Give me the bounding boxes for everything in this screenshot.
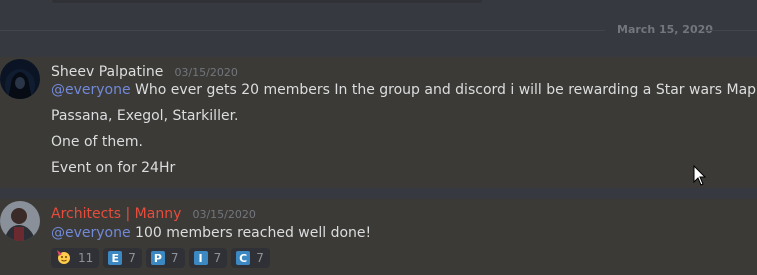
avatar[interactable] [0, 201, 40, 241]
message-line: @everyone Who ever gets 20 members In th… [51, 82, 757, 98]
message-1[interactable]: Sheev Palpatine 03/15/2020 @everyone Who… [0, 57, 757, 188]
message-text: 100 members reached well done! [130, 225, 372, 241]
regional-i-icon: I [193, 251, 208, 265]
avatar[interactable] [0, 59, 40, 99]
reaction-party-face[interactable]: 11 [51, 248, 100, 268]
reaction-count: 7 [128, 251, 136, 265]
reaction-count: 7 [213, 251, 222, 265]
divider-date: March 15, 2020 [617, 23, 713, 36]
message-header: Sheev Palpatine 03/15/2020 [51, 61, 238, 80]
reaction-count: 7 [170, 251, 179, 265]
username[interactable]: Architects | Manny [51, 206, 181, 222]
reaction-regional-c[interactable]: C 7 [231, 248, 270, 268]
regional-c-icon: C [236, 251, 251, 265]
mouse-cursor-icon [693, 164, 707, 187]
timestamp: 03/15/2020 [174, 66, 238, 79]
message-text: Who ever gets 20 members In the group an… [130, 82, 757, 98]
mention[interactable]: @everyone [51, 82, 131, 98]
message-line: One of them. [51, 134, 143, 150]
divider-line-left [0, 30, 605, 31]
reaction-regional-e[interactable]: E 7 [103, 248, 142, 268]
reaction-count: 11 [78, 251, 94, 265]
mention[interactable]: @everyone [51, 225, 131, 241]
reaction-count: 7 [256, 251, 264, 265]
party-face-icon [56, 249, 72, 268]
reactions-bar: 11 E 7 P 7 I 7 C 7 [51, 248, 270, 268]
message-header: Architects | Manny 03/15/2020 [51, 203, 256, 222]
message-line: Event on for 24Hr [51, 160, 176, 176]
regional-p-icon: P [150, 251, 165, 265]
message-line: @everyone 100 members reached well done! [51, 225, 371, 241]
regional-e-icon: E [108, 251, 123, 265]
username[interactable]: Sheev Palpatine [51, 64, 163, 80]
divider-line-right [705, 30, 757, 31]
timestamp: 03/15/2020 [192, 208, 256, 221]
reaction-regional-p[interactable]: P 7 [145, 248, 185, 268]
message-line: Passana, Exegol, Starkiller. [51, 108, 239, 124]
previous-embed-bottom [52, 0, 482, 3]
reaction-regional-i[interactable]: I 7 [188, 248, 228, 268]
